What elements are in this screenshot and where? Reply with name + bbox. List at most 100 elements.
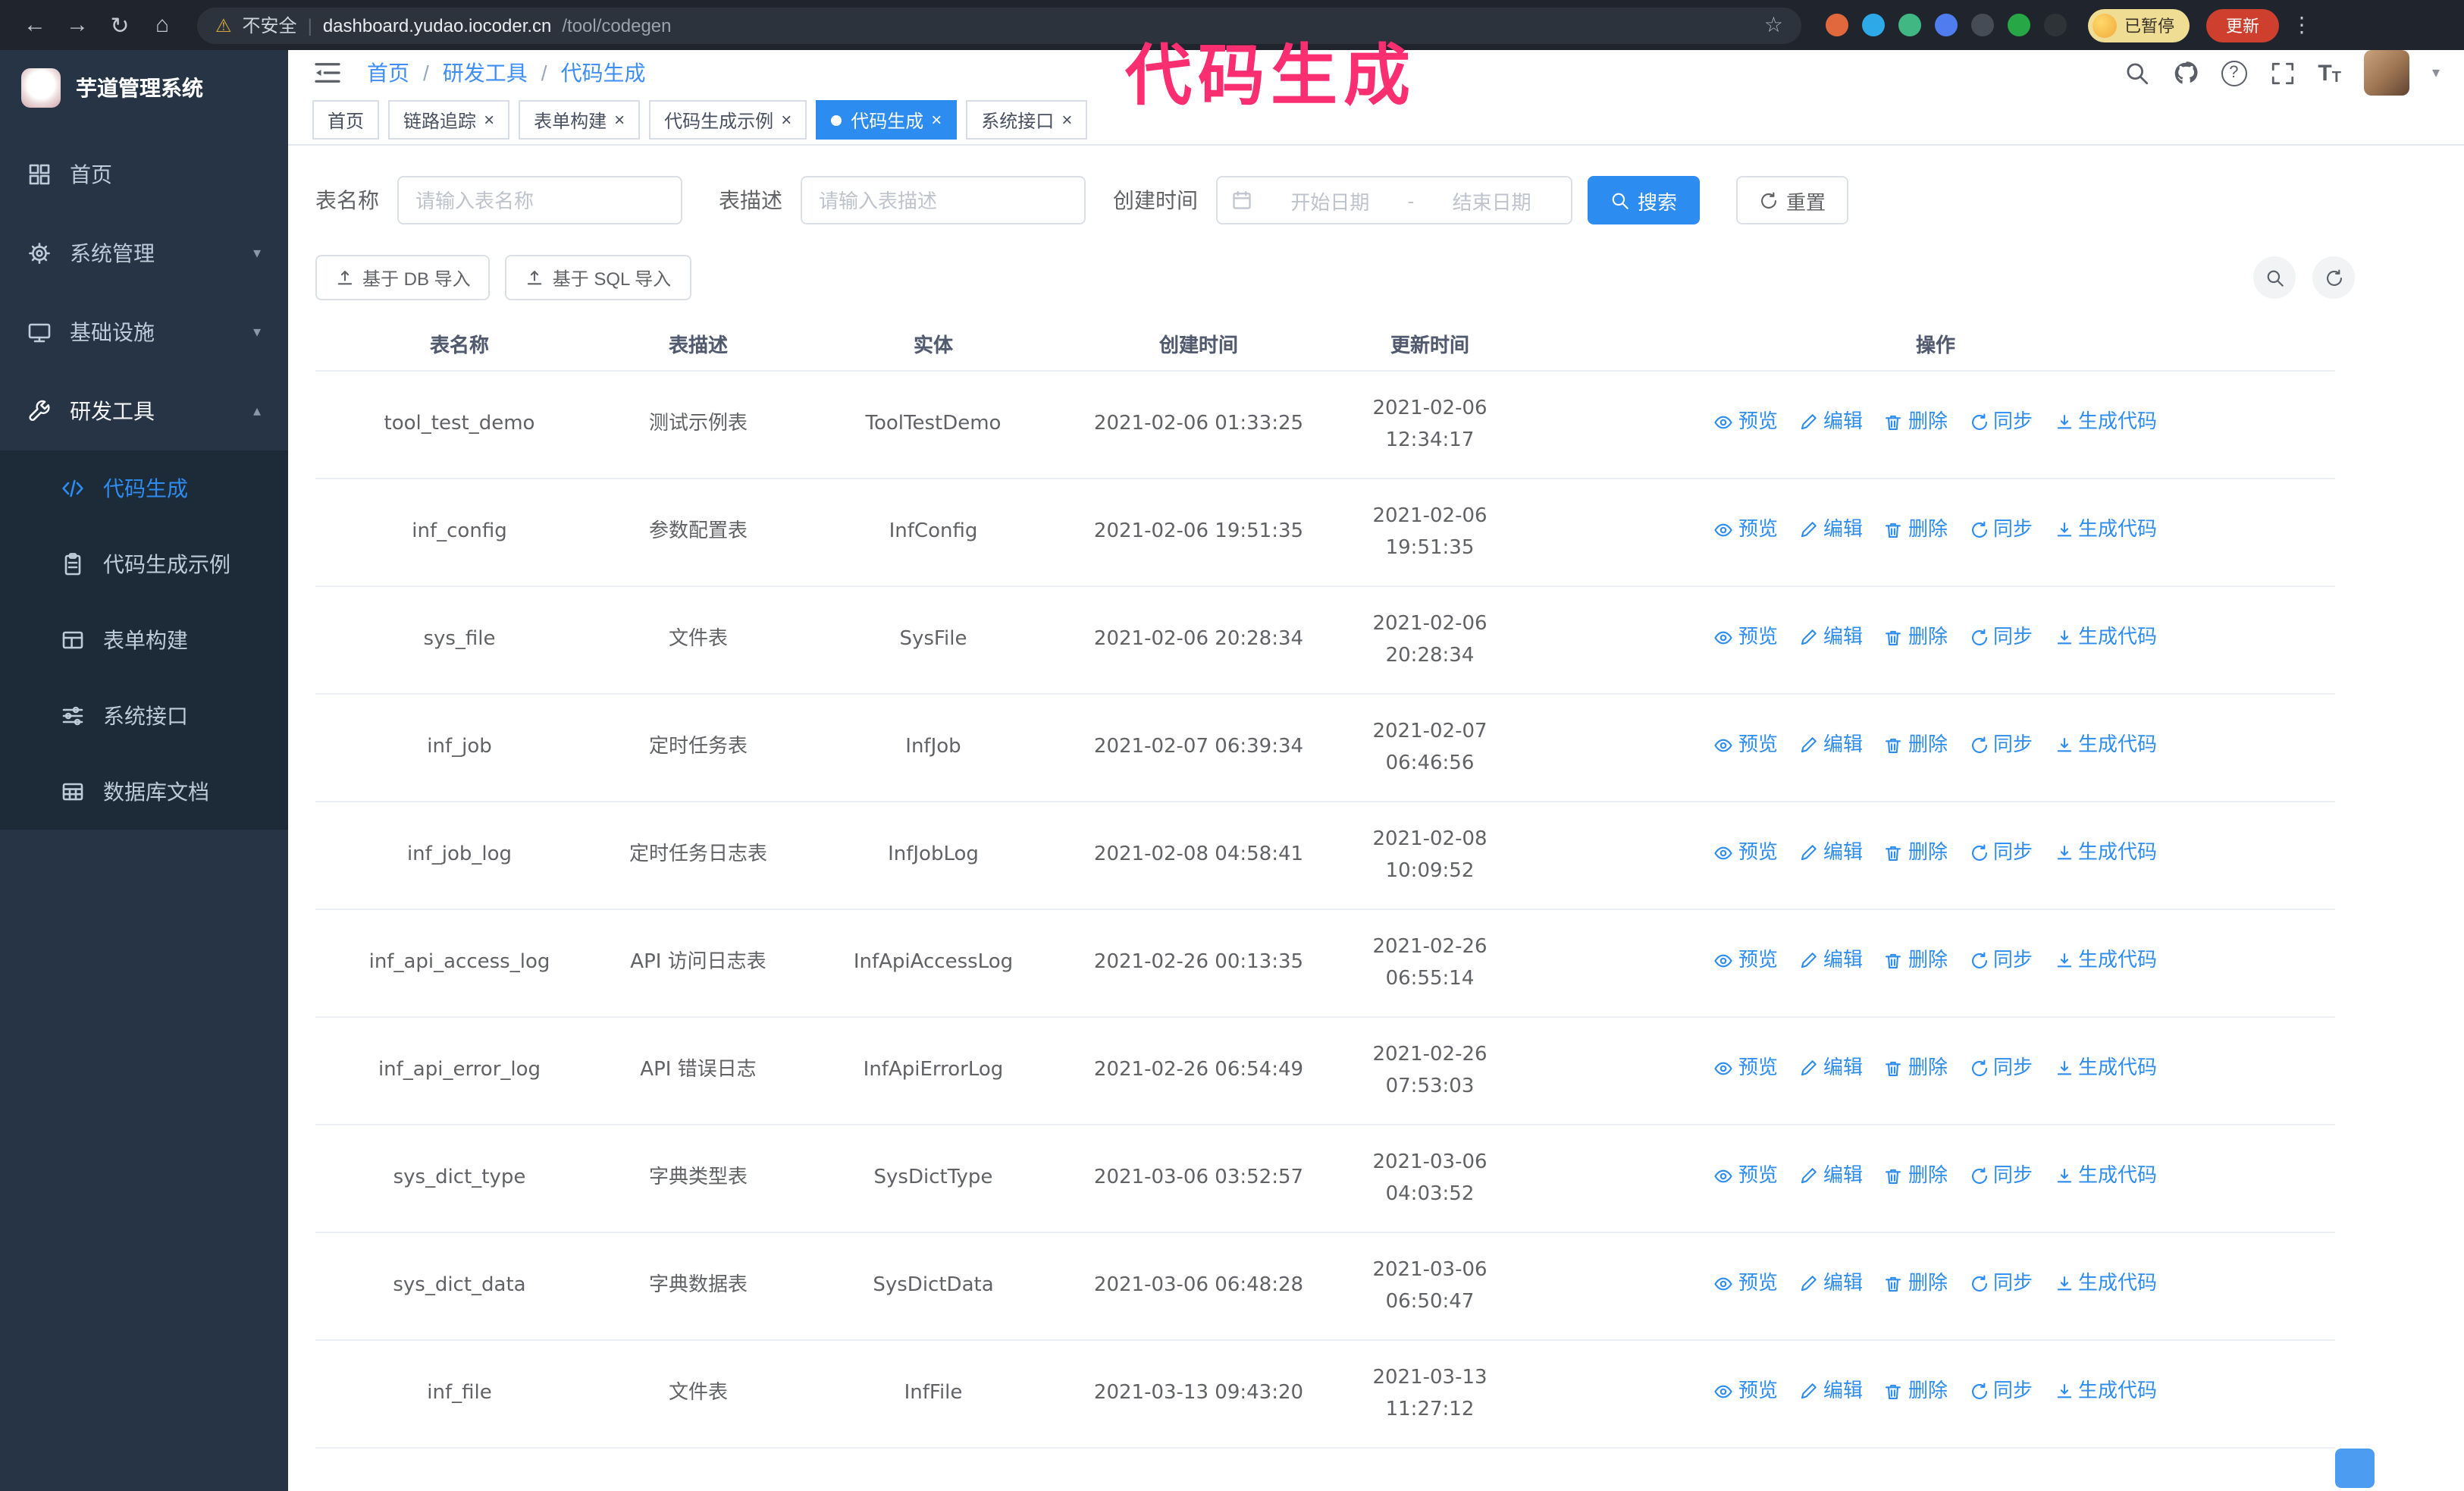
preview-link[interactable]: 预览	[1714, 406, 1778, 438]
preview-link[interactable]: 预览	[1714, 837, 1778, 868]
collapse-sidebar-icon[interactable]	[312, 58, 343, 88]
refresh-table-button[interactable]	[2312, 256, 2355, 299]
generate-link[interactable]: 生成代码	[2054, 406, 2157, 438]
tab-form-builder[interactable]: 表单构建 ×	[519, 100, 641, 140]
help-icon[interactable]: ?	[2221, 60, 2247, 86]
generate-link[interactable]: 生成代码	[2054, 1160, 2157, 1191]
sync-link[interactable]: 同步	[1969, 621, 2033, 653]
extension-icon-7[interactable]	[2044, 14, 2067, 36]
generate-link[interactable]: 生成代码	[2054, 1267, 2157, 1299]
close-icon[interactable]: ×	[781, 111, 792, 129]
delete-link[interactable]: 删除	[1884, 513, 1948, 545]
extension-icon-4[interactable]	[1935, 14, 1958, 36]
generate-link[interactable]: 生成代码	[2054, 513, 2157, 545]
generate-link[interactable]: 生成代码	[2054, 1052, 2157, 1084]
sync-link[interactable]: 同步	[1969, 1375, 2033, 1407]
breadcrumb-dev-tools[interactable]: 研发工具	[443, 58, 528, 88]
edit-link[interactable]: 编辑	[1799, 1160, 1863, 1191]
close-icon[interactable]: ×	[484, 111, 494, 129]
sync-link[interactable]: 同步	[1969, 1052, 2033, 1084]
sidebar-item-codegen-example[interactable]: 代码生成示例	[0, 526, 288, 602]
sync-link[interactable]: 同步	[1969, 513, 2033, 545]
browser-reload-button[interactable]: ↻	[100, 5, 140, 45]
breadcrumb-home[interactable]: 首页	[367, 58, 409, 88]
table-desc-input[interactable]	[801, 176, 1086, 224]
tab-link-trace[interactable]: 链路追踪 ×	[388, 100, 510, 140]
delete-link[interactable]: 删除	[1884, 621, 1948, 653]
search-button[interactable]: 搜索	[1588, 176, 1701, 224]
sync-link[interactable]: 同步	[1969, 944, 2033, 976]
toggle-search-button[interactable]	[2253, 256, 2296, 299]
edit-link[interactable]: 编辑	[1799, 1267, 1863, 1299]
sync-link[interactable]: 同步	[1969, 406, 2033, 438]
close-icon[interactable]: ×	[1061, 111, 1072, 129]
font-size-icon[interactable]: TT	[2318, 60, 2341, 86]
delete-link[interactable]: 删除	[1884, 837, 1948, 868]
edit-link[interactable]: 编辑	[1799, 406, 1863, 438]
preview-link[interactable]: 预览	[1714, 621, 1778, 653]
edit-link[interactable]: 编辑	[1799, 513, 1863, 545]
back-to-top-button[interactable]	[2335, 1449, 2375, 1488]
browser-forward-button[interactable]: →	[58, 5, 97, 45]
sidebar-item-form-builder[interactable]: 表单构建	[0, 602, 288, 678]
tab-home[interactable]: 首页	[312, 100, 380, 140]
tab-system-api[interactable]: 系统接口 ×	[966, 100, 1088, 140]
date-range-picker[interactable]: 开始日期 - 结束日期	[1216, 176, 1572, 224]
reset-button[interactable]: 重置	[1736, 176, 1849, 224]
preview-link[interactable]: 预览	[1714, 1267, 1778, 1299]
delete-link[interactable]: 删除	[1884, 944, 1948, 976]
security-label[interactable]: 不安全	[243, 12, 297, 38]
delete-link[interactable]: 删除	[1884, 729, 1948, 761]
browser-update-button[interactable]: 更新	[2206, 8, 2279, 42]
generate-link[interactable]: 生成代码	[2054, 729, 2157, 761]
delete-link[interactable]: 删除	[1884, 1052, 1948, 1084]
import-sql-button[interactable]: 基于 SQL 导入	[505, 255, 691, 300]
close-icon[interactable]: ×	[614, 111, 625, 129]
github-icon[interactable]	[2172, 60, 2198, 86]
browser-menu-icon[interactable]: ⋮	[2291, 12, 2312, 38]
import-db-button[interactable]: 基于 DB 导入	[315, 255, 491, 300]
extension-icon-2[interactable]	[1862, 14, 1885, 36]
app-logo[interactable]: 芋道管理系统	[0, 50, 288, 126]
delete-link[interactable]: 删除	[1884, 1267, 1948, 1299]
sync-link[interactable]: 同步	[1969, 1160, 2033, 1191]
sync-link[interactable]: 同步	[1969, 837, 2033, 868]
preview-link[interactable]: 预览	[1714, 729, 1778, 761]
sync-link[interactable]: 同步	[1969, 1267, 2033, 1299]
preview-link[interactable]: 预览	[1714, 944, 1778, 976]
bookmark-star-icon[interactable]: ☆	[1764, 12, 1783, 38]
browser-back-button[interactable]: ←	[15, 5, 55, 45]
delete-link[interactable]: 删除	[1884, 1375, 1948, 1407]
edit-link[interactable]: 编辑	[1799, 837, 1863, 868]
extension-icon-1[interactable]	[1826, 14, 1848, 36]
tab-codegen-example[interactable]: 代码生成示例 ×	[649, 100, 807, 140]
table-name-input[interactable]	[397, 176, 682, 224]
sidebar-item-system-api[interactable]: 系统接口	[0, 678, 288, 754]
fullscreen-icon[interactable]	[2269, 60, 2295, 86]
preview-link[interactable]: 预览	[1714, 513, 1778, 545]
preview-link[interactable]: 预览	[1714, 1160, 1778, 1191]
preview-link[interactable]: 预览	[1714, 1052, 1778, 1084]
sidebar-item-infrastructure[interactable]: 基础设施 ▾	[0, 293, 288, 372]
sidebar-item-codegen[interactable]: 代码生成	[0, 450, 288, 526]
sidebar-item-system-management[interactable]: 系统管理 ▾	[0, 214, 288, 293]
delete-link[interactable]: 删除	[1884, 1160, 1948, 1191]
sync-link[interactable]: 同步	[1969, 729, 2033, 761]
preview-link[interactable]: 预览	[1714, 1375, 1778, 1407]
extension-icon-5[interactable]	[1971, 14, 1994, 36]
extension-icon-6[interactable]	[2008, 14, 2030, 36]
user-avatar[interactable]	[2363, 50, 2409, 96]
edit-link[interactable]: 编辑	[1799, 621, 1863, 653]
search-icon[interactable]	[2124, 60, 2149, 86]
browser-home-button[interactable]: ⌂	[143, 5, 182, 45]
tab-codegen[interactable]: 代码生成 ×	[816, 100, 958, 140]
generate-link[interactable]: 生成代码	[2054, 1375, 2157, 1407]
profile-paused-chip[interactable]: 已暂停	[2088, 8, 2190, 42]
sidebar-item-dev-tools[interactable]: 研发工具 ▴	[0, 372, 288, 450]
generate-link[interactable]: 生成代码	[2054, 944, 2157, 976]
edit-link[interactable]: 编辑	[1799, 1052, 1863, 1084]
address-bar[interactable]: ⚠ 不安全 | dashboard.yudao.iocoder.cn/tool/…	[197, 7, 1801, 43]
caret-down-icon[interactable]: ▾	[2432, 64, 2440, 81]
close-icon[interactable]: ×	[931, 111, 942, 129]
sidebar-item-home[interactable]: 首页	[0, 135, 288, 214]
